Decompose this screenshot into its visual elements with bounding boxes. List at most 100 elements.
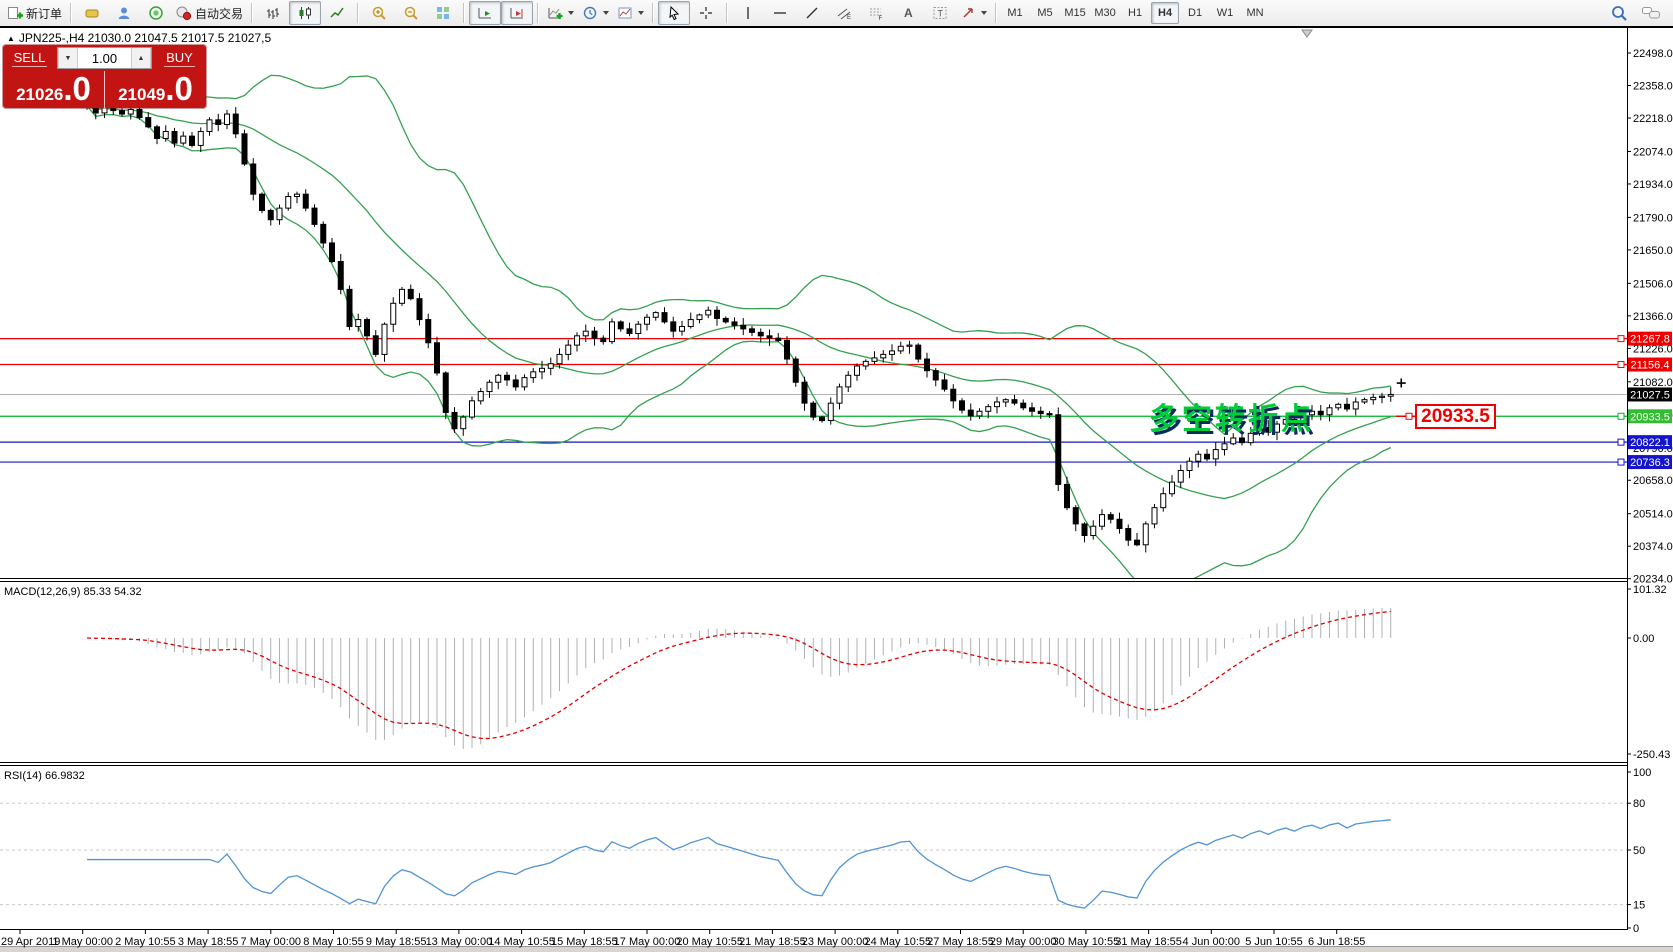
svg-text:20822.1: 20822.1 — [1630, 437, 1670, 449]
buy-button[interactable]: BUY — [153, 45, 206, 71]
timeframe-M1[interactable]: M1 — [1001, 2, 1029, 24]
sell-button[interactable]: SELL — [3, 45, 56, 71]
tile-windows-button[interactable] — [427, 1, 459, 25]
svg-text:3 May 18:55: 3 May 18:55 — [178, 936, 239, 948]
timeframe-MN[interactable]: MN — [1241, 2, 1269, 24]
indicators-button[interactable] — [543, 1, 578, 25]
timeframe-H4[interactable]: H4 — [1151, 2, 1180, 24]
fibonacci-tool[interactable]: F — [860, 1, 892, 25]
volume-input[interactable]: 1.00 — [78, 48, 131, 68]
time-axis: 29 Apr 20191 May 00:00 2 May 10:55 3 May 1… — [1, 930, 1365, 948]
line-handle — [1617, 458, 1625, 466]
timeframe-W1[interactable]: W1 — [1211, 2, 1239, 24]
volume-decrease-button[interactable]: ▼ — [58, 48, 78, 68]
text-a-icon: A — [904, 6, 913, 20]
bar-chart-mode-button[interactable] — [257, 1, 289, 25]
text-label-tool[interactable]: T — [924, 1, 956, 25]
trendline-tool[interactable] — [796, 1, 828, 25]
auto-scroll-button[interactable] — [469, 1, 502, 25]
svg-text:21082.0: 21082.0 — [1633, 377, 1673, 389]
cursor-tool-button[interactable] — [658, 1, 691, 25]
collapse-arrow-icon: ▲ — [7, 34, 15, 43]
separator — [726, 3, 729, 23]
svg-text:22498.0: 22498.0 — [1633, 48, 1673, 60]
quotes-button[interactable] — [76, 1, 108, 25]
text-tool[interactable]: A — [892, 1, 924, 25]
rsi-layer — [0, 802, 1627, 909]
chart-annotation-text[interactable]: 多空转折点 — [1149, 394, 1314, 438]
dropdown-caret — [568, 11, 575, 15]
arrows-tool[interactable] — [956, 1, 991, 25]
timeframe-M5[interactable]: M5 — [1031, 2, 1059, 24]
svg-text:20374.0: 20374.0 — [1633, 541, 1673, 553]
svg-text:20514.0: 20514.0 — [1633, 509, 1673, 521]
cursor-icon — [669, 5, 680, 21]
chart-shift-button[interactable] — [501, 1, 534, 25]
svg-text:8 May 10:55: 8 May 10:55 — [303, 936, 364, 948]
zoom-in-button[interactable] — [363, 1, 395, 25]
timeframe-M30[interactable]: M30 — [1091, 2, 1119, 24]
zoom-out-icon — [404, 6, 418, 20]
svg-text:T: T — [938, 9, 944, 19]
candlestick-mode-button[interactable] — [289, 1, 322, 25]
zoom-out-button[interactable] — [395, 1, 427, 25]
timeframe-H1[interactable]: H1 — [1121, 2, 1149, 24]
auto-trading-button[interactable]: 自动交易 — [172, 1, 247, 25]
trendline-icon — [806, 7, 818, 19]
horizontal-line-tool[interactable] — [764, 1, 796, 25]
vertical-line-tool[interactable] — [732, 1, 764, 25]
auto-trading-label: 自动交易 — [195, 6, 244, 21]
svg-text:A: A — [904, 6, 913, 20]
svg-text:23 May 00:00: 23 May 00:00 — [802, 936, 869, 948]
chart-canvas[interactable]: 22498.0 22358.0 22218.0 22074.0 21934.0 21790… — [0, 26, 1673, 952]
shift-marker — [1301, 29, 1313, 38]
dropdown-caret — [603, 11, 610, 15]
price-axis: 22498.0 22358.0 22218.0 22074.0 21934.0 21790… — [1617, 28, 1673, 935]
dropdown-caret — [638, 11, 645, 15]
svg-text:24 May 10:55: 24 May 10:55 — [864, 936, 931, 948]
vertical-line-icon — [747, 7, 749, 19]
timeframe-M15[interactable]: M15 — [1061, 2, 1089, 24]
zoom-in-icon — [372, 6, 386, 20]
svg-text:E: E — [847, 15, 851, 21]
tile-windows-icon — [437, 7, 450, 19]
price-callout-label[interactable]: 20933.5 — [1415, 404, 1496, 429]
text-label-icon: T — [933, 7, 947, 19]
toolbar: 新订单 自动交易 E F A T M1 M5 M15 M30 H1 H4 D1 … — [0, 0, 1673, 26]
macd-indicator-label: MACD(12,26,9) 85.33 54.32 — [4, 586, 142, 598]
separator — [995, 3, 998, 23]
chat-button[interactable] — [1635, 1, 1667, 25]
market-watch-button[interactable] — [108, 1, 140, 25]
svg-text:100: 100 — [1633, 767, 1651, 779]
quotes-icon — [85, 9, 99, 18]
crosshair-tool-button[interactable] — [690, 1, 722, 25]
indicators-icon — [548, 8, 563, 19]
bid-cross-marker — [1396, 378, 1406, 388]
chat-icon — [1642, 7, 1660, 19]
svg-text:6 Jun 18:55: 6 Jun 18:55 — [1308, 936, 1366, 948]
line-chart-mode-button[interactable] — [321, 1, 353, 25]
svg-text:14 May 10:55: 14 May 10:55 — [488, 936, 555, 948]
periods-button[interactable] — [578, 1, 613, 25]
svg-text:0.00: 0.00 — [1633, 633, 1654, 645]
buy-price[interactable]: 21049.0 — [105, 71, 206, 108]
auto-trading-icon — [176, 6, 192, 21]
svg-text:20933.5: 20933.5 — [1630, 411, 1670, 423]
templates-button[interactable] — [613, 1, 648, 25]
svg-text:15 May 18:55: 15 May 18:55 — [551, 936, 618, 948]
channel-tool[interactable]: E — [828, 1, 860, 25]
svg-text:17 May 00:00: 17 May 00:00 — [614, 936, 681, 948]
volume-increase-button[interactable]: ▲ — [131, 48, 151, 68]
new-order-button[interactable]: 新订单 — [3, 1, 66, 25]
navigator-button[interactable] — [140, 1, 172, 25]
line-handle — [1617, 438, 1625, 446]
timeframe-D1[interactable]: D1 — [1181, 2, 1209, 24]
sell-price[interactable]: 21026.0 — [3, 71, 104, 108]
arrows-icon — [963, 8, 973, 18]
svg-text:4 Jun 00:00: 4 Jun 00:00 — [1183, 936, 1241, 948]
search-button[interactable] — [1603, 1, 1635, 25]
navigator-icon — [149, 6, 163, 20]
svg-text:7 May 00:00: 7 May 00:00 — [241, 936, 302, 948]
svg-text:21506.0: 21506.0 — [1633, 278, 1673, 290]
svg-text:30 May 10:55: 30 May 10:55 — [1053, 936, 1120, 948]
